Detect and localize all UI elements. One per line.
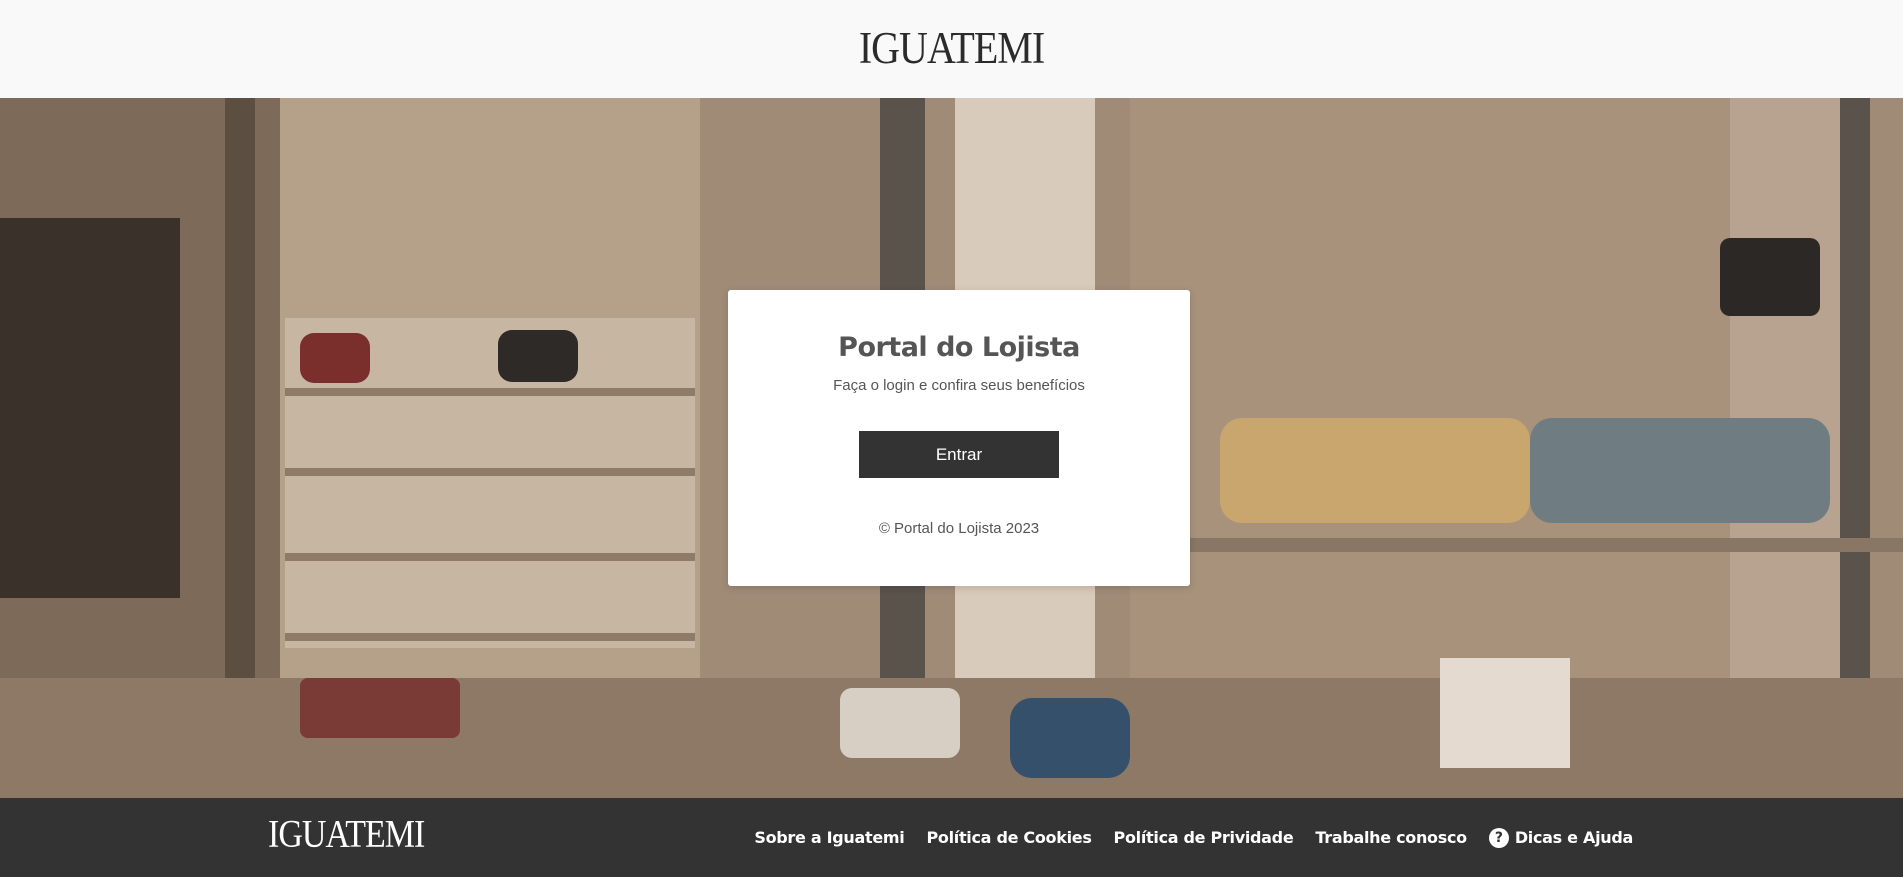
login-card: Portal do Lojista Faça o login e confira…: [728, 290, 1190, 586]
footer-link-about[interactable]: Sobre a Iguatemi: [754, 828, 904, 847]
login-subtitle: Faça o login e confira seus benefícios: [833, 377, 1085, 394]
iguatemi-logo[interactable]: IGUATEMI: [859, 20, 1045, 74]
site-footer: IGUATEMI Sobre a Iguatemi Política de Co…: [0, 798, 1903, 877]
footer-link-cookies[interactable]: Política de Cookies: [926, 828, 1091, 847]
login-button[interactable]: Entrar: [859, 431, 1059, 478]
footer-link-privacy[interactable]: Política de Prividade: [1114, 828, 1294, 847]
footer-link-careers[interactable]: Trabalhe conosco: [1315, 828, 1467, 847]
footer-link-help[interactable]: ? Dicas e Ajuda: [1488, 827, 1633, 848]
copyright-text: © Portal do Lojista 2023: [878, 520, 1040, 537]
footer-iguatemi-logo[interactable]: IGUATEMI: [268, 813, 425, 857]
footer-nav: Sobre a Iguatemi Política de Cookies Pol…: [754, 798, 1633, 877]
page-title: Portal do Lojista: [838, 332, 1080, 363]
footer-link-help-label: Dicas e Ajuda: [1514, 828, 1633, 847]
site-header: IGUATEMI: [0, 0, 1903, 98]
help-circle-icon: ?: [1488, 827, 1509, 848]
